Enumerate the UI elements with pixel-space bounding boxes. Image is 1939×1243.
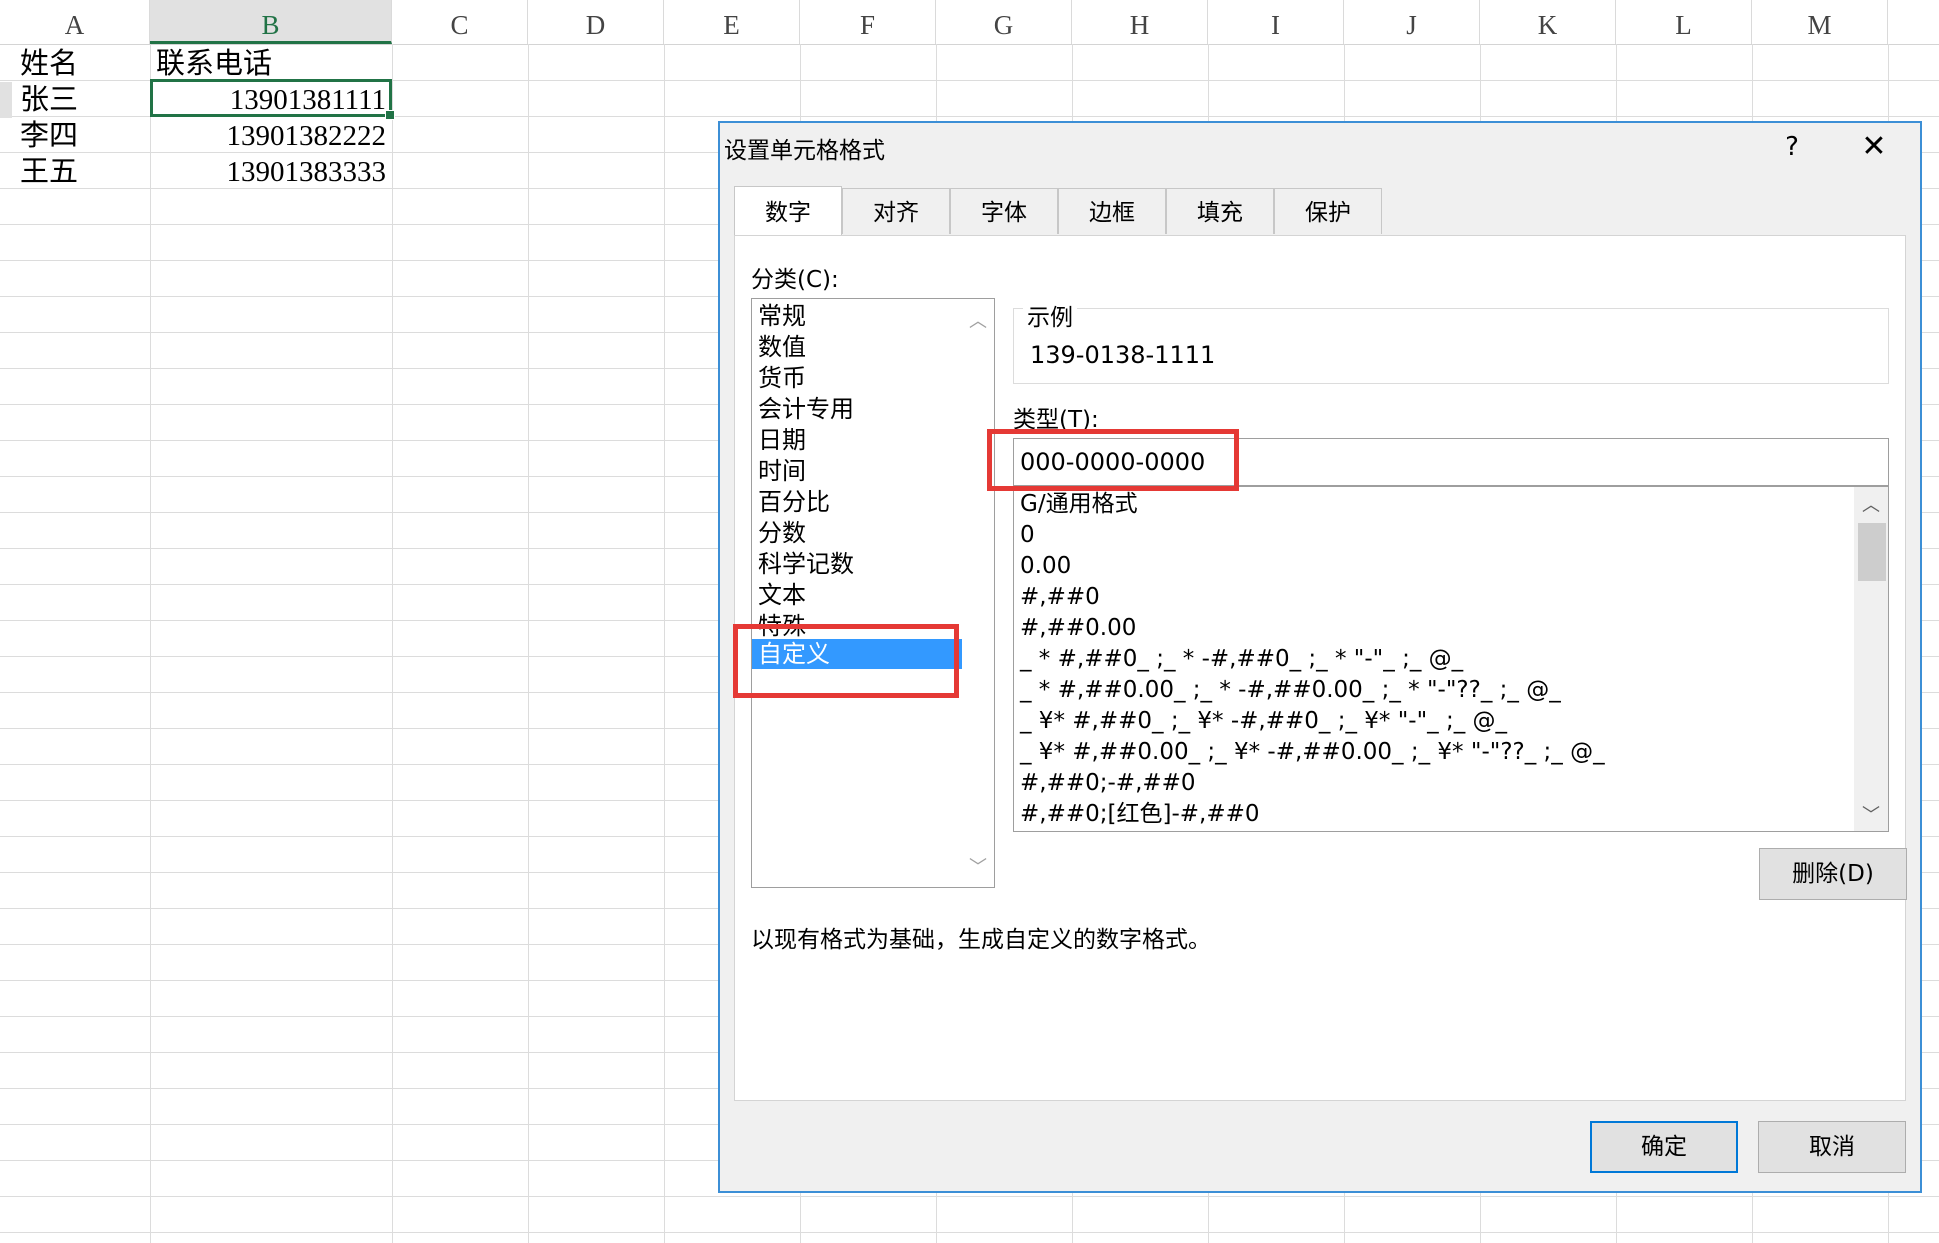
cell-a1[interactable]: 姓名 <box>20 44 78 80</box>
column-header-e[interactable]: E <box>664 0 800 44</box>
scroll-down-icon[interactable]: ﹀ <box>962 853 994 879</box>
category-item[interactable]: 时间 <box>758 456 958 486</box>
format-list[interactable]: G/通用格式 0 0.00 #,##0 #,##0.00 _ * #,##0_ … <box>1013 486 1889 832</box>
example-group: 139-0138-1111 <box>1013 308 1889 384</box>
column-header-c[interactable]: C <box>392 0 528 44</box>
cell-b3[interactable]: 13901382222 <box>150 116 387 152</box>
cell-a3[interactable]: 李四 <box>20 116 78 152</box>
format-item[interactable]: _ ¥* #,##0.00_ ;_ ¥* -#,##0.00_ ;_ ¥* "-… <box>1020 737 1605 767</box>
active-row-marker <box>0 82 12 118</box>
column-header-j[interactable]: J <box>1344 0 1480 44</box>
format-item[interactable]: _ ¥* #,##0_ ;_ ¥* -#,##0_ ;_ ¥* "-"_ ;_ … <box>1020 706 1507 736</box>
grid-line <box>0 1196 1939 1197</box>
cell-a4[interactable]: 王五 <box>20 152 78 188</box>
category-item[interactable]: 特殊 <box>758 611 958 641</box>
column-header-f[interactable]: F <box>800 0 936 44</box>
column-header-a[interactable]: A <box>0 0 150 44</box>
column-header-row: A B C D E F G H I J K L M <box>0 0 1939 45</box>
format-item[interactable]: 0.00 <box>1020 551 1071 581</box>
category-label: 分类(C): <box>751 267 839 293</box>
format-item[interactable]: 0 <box>1020 520 1035 550</box>
tab-font[interactable]: 字体 <box>950 188 1058 234</box>
example-label: 示例 <box>1023 298 1077 332</box>
category-item-selected[interactable]: 自定义 <box>752 639 964 669</box>
scroll-thumb[interactable] <box>1858 523 1886 581</box>
column-header-m[interactable]: M <box>1752 0 1888 44</box>
category-list[interactable]: 常规 数值 货币 会计专用 日期 时间 百分比 分数 科学记数 文本 特殊 自定… <box>751 298 995 888</box>
category-item[interactable]: 货币 <box>758 363 958 393</box>
dialog-title: 设置单元格格式 <box>724 138 885 164</box>
column-header-l[interactable]: L <box>1616 0 1752 44</box>
fill-handle[interactable] <box>385 110 395 120</box>
category-item[interactable]: 百分比 <box>758 487 958 517</box>
tab-alignment[interactable]: 对齐 <box>842 188 950 234</box>
cancel-button[interactable]: 取消 <box>1758 1121 1906 1173</box>
tab-border[interactable]: 边框 <box>1058 188 1166 234</box>
format-item[interactable]: #,##0;-#,##0 <box>1020 768 1196 798</box>
tab-fill[interactable]: 填充 <box>1166 188 1274 234</box>
column-header-g[interactable]: G <box>936 0 1072 44</box>
category-item[interactable]: 文本 <box>758 580 958 610</box>
format-item[interactable]: #,##0.00 <box>1020 613 1136 643</box>
type-input[interactable]: 000-0000-0000 <box>1013 438 1889 486</box>
selected-cell-outline <box>150 79 395 120</box>
category-scrollbar[interactable]: ︿ ﹀ <box>962 299 994 887</box>
example-value: 139-0138-1111 <box>1030 341 1216 369</box>
format-item[interactable]: #,##0;[红色]-#,##0 <box>1020 799 1260 829</box>
format-item[interactable]: _ * #,##0.00_ ;_ * -#,##0.00_ ;_ * "-"??… <box>1020 675 1561 705</box>
grid-line <box>0 1232 1939 1233</box>
scroll-down-icon[interactable]: ﹀ <box>1854 801 1888 827</box>
number-tab-panel: 分类(C): 常规 数值 货币 会计专用 日期 时间 百分比 分数 科学记数 文… <box>734 235 1907 1101</box>
format-scrollbar[interactable]: ︿ ﹀ <box>1854 487 1888 831</box>
tab-protection[interactable]: 保护 <box>1274 188 1382 234</box>
cell-a2[interactable]: 张三 <box>20 80 78 116</box>
column-header-b[interactable]: B <box>150 0 392 44</box>
format-item[interactable]: G/通用格式 <box>1020 489 1138 519</box>
format-item[interactable]: #,##0 <box>1020 582 1100 612</box>
category-item[interactable]: 常规 <box>758 301 958 331</box>
tab-number[interactable]: 数字 <box>734 186 842 236</box>
type-label: 类型(T): <box>1013 407 1099 433</box>
cell-b4[interactable]: 13901383333 <box>150 152 387 188</box>
column-header-i[interactable]: I <box>1208 0 1344 44</box>
column-header-d[interactable]: D <box>528 0 664 44</box>
column-header-k[interactable]: K <box>1480 0 1616 44</box>
category-item[interactable]: 科学记数 <box>758 549 958 579</box>
format-item[interactable]: _ * #,##0_ ;_ * -#,##0_ ;_ * "-"_ ;_ @_ <box>1020 644 1463 674</box>
category-item[interactable]: 分数 <box>758 518 958 548</box>
scroll-up-icon[interactable]: ︿ <box>1854 491 1888 517</box>
delete-button[interactable]: 删除(D) <box>1759 848 1907 900</box>
format-description: 以现有格式为基础，生成自定义的数字格式。 <box>751 927 1211 953</box>
scroll-up-icon[interactable]: ︿ <box>962 307 994 333</box>
format-cells-dialog: 设置单元格格式 ? ✕ 数字 对齐 字体 边框 填充 保护 分类(C): 常规 … <box>718 121 1922 1193</box>
help-icon[interactable]: ? <box>1772 127 1812 167</box>
category-item[interactable]: 数值 <box>758 332 958 362</box>
column-header-h[interactable]: H <box>1072 0 1208 44</box>
ok-button[interactable]: 确定 <box>1590 1121 1738 1173</box>
close-icon[interactable]: ✕ <box>1854 127 1894 167</box>
category-item[interactable]: 会计专用 <box>758 394 958 424</box>
cell-b1[interactable]: 联系电话 <box>156 44 272 80</box>
category-item[interactable]: 日期 <box>758 425 958 455</box>
